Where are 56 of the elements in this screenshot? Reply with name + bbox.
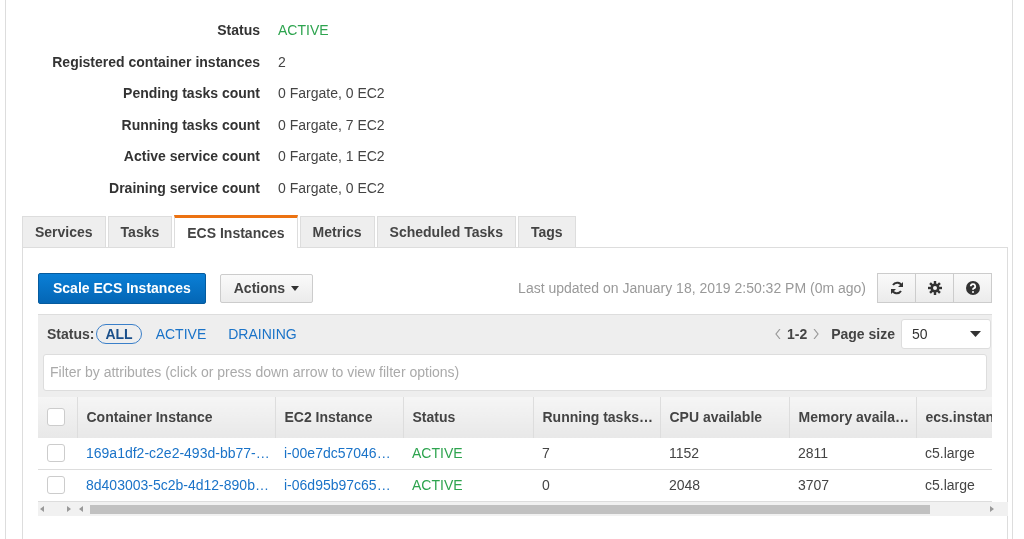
page-size-select[interactable]: 50: [901, 319, 991, 350]
help-icon: [965, 281, 980, 296]
refresh-button[interactable]: [877, 273, 916, 304]
status-filter-option[interactable]: ACTIVE: [147, 325, 215, 344]
table-cell: 0: [542, 477, 550, 494]
previous-page-icon[interactable]: [774, 329, 781, 340]
tab[interactable]: Metrics: [299, 215, 375, 247]
instance-link[interactable]: 169a1df2-c2e2-493d-bb77-…: [86, 445, 270, 462]
detail-label: Draining service count: [108, 178, 260, 196]
status-text: ACTIVE: [412, 445, 463, 462]
actions-button[interactable]: Actions: [219, 273, 314, 303]
detail-value: 0 Fargate, 0 EC2: [278, 84, 385, 102]
page-range: 1-2: [786, 326, 808, 343]
instance-link[interactable]: 8d403003-5c2b-4d12-890b…: [86, 477, 269, 494]
filter-input[interactable]: Filter by attributes (click or press down arrow to view filter options): [43, 353, 987, 391]
row-checkbox[interactable]: [47, 444, 65, 463]
detail-value: ACTIVE: [278, 21, 329, 38]
page-size-label: Page size: [831, 326, 895, 343]
select-all-checkbox[interactable]: [47, 408, 65, 427]
instance-link[interactable]: i-06d95b97c65…: [284, 477, 391, 494]
detail-label: Registered container instances: [51, 52, 260, 70]
next-page-icon[interactable]: [813, 329, 820, 340]
table-cell: c5.large: [925, 445, 975, 462]
status-filter-label: Status:: [47, 326, 95, 343]
tab[interactable]: Tasks: [107, 215, 173, 247]
row-checkbox[interactable]: [47, 476, 65, 495]
status-filter-option[interactable]: DRAINING: [220, 325, 305, 344]
status-text: ACTIVE: [412, 477, 463, 494]
detail-value: 0 Fargate, 0 EC2: [278, 178, 385, 196]
table-cell: 1152: [669, 445, 700, 462]
detail-value: 0 Fargate, 7 EC2: [278, 115, 385, 133]
detail-label: Pending tasks count: [122, 84, 260, 102]
detail-value: 0 Fargate, 1 EC2: [278, 147, 385, 165]
tab[interactable]: Services: [22, 215, 106, 247]
detail-label: Active service count: [122, 147, 260, 165]
table-cell: 3707: [798, 477, 830, 494]
detail-label: Status: [216, 21, 260, 38]
table-cell: 2811: [798, 445, 829, 462]
tab[interactable]: Tags: [517, 215, 576, 247]
settings-icon: [927, 281, 942, 296]
tab[interactable]: Scheduled Tasks: [376, 215, 516, 247]
detail-label: Running tasks count: [120, 115, 260, 133]
caret-icon: [291, 285, 300, 291]
help-button[interactable]: [953, 273, 992, 304]
last-updated-text: Last updated on January 18, 2019 2:50:32 PM (0m ago): [518, 280, 866, 297]
table-cell: 2048: [669, 477, 701, 494]
table-cell: c5.large: [925, 477, 975, 494]
column-header[interactable]: Status: [412, 409, 456, 426]
settings-button[interactable]: [915, 273, 954, 304]
caret-icon: [970, 331, 981, 338]
table-cell: 7: [542, 445, 550, 462]
refresh-icon: [889, 281, 904, 296]
instance-link[interactable]: i-00e7dc57046…: [284, 445, 391, 462]
scale-button[interactable]: Scale ECS Instances: [38, 272, 206, 304]
detail-value: 2: [278, 52, 286, 70]
tab[interactable]: ECS Instances: [174, 214, 298, 248]
